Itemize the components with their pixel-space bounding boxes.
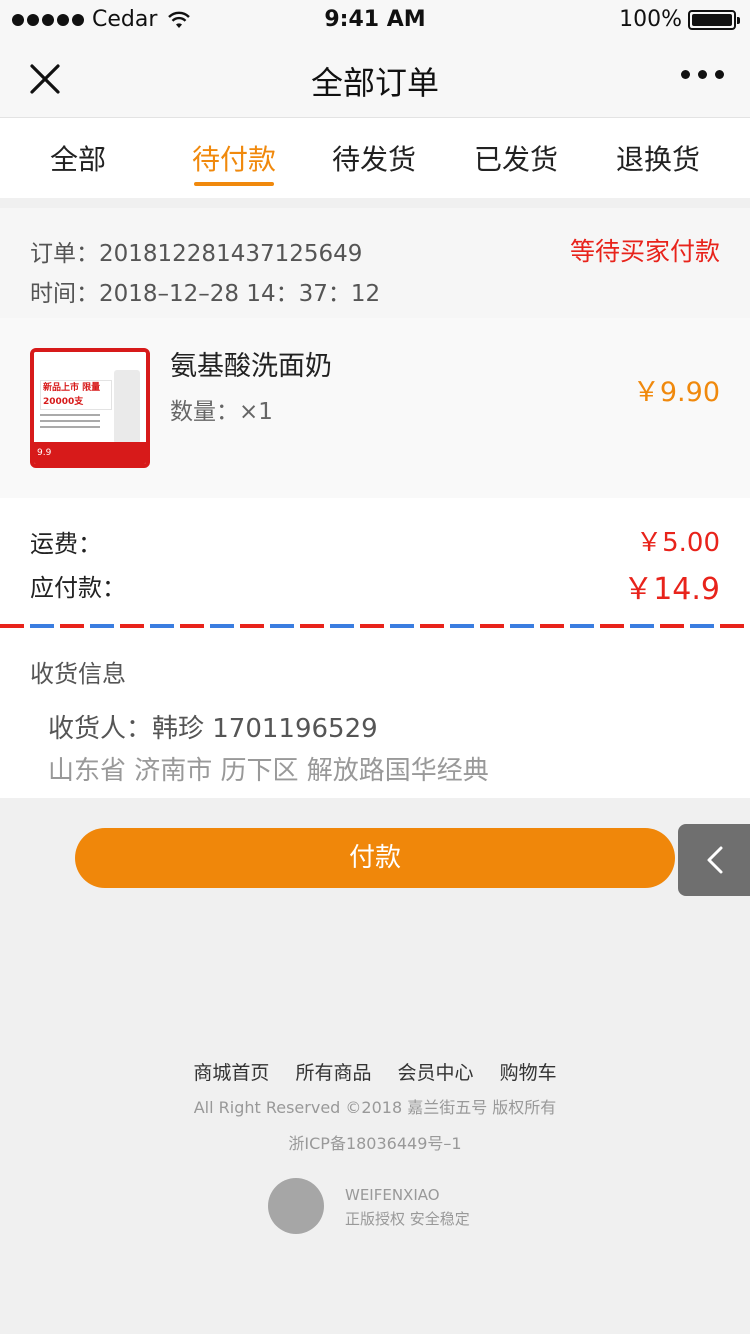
footer-copyright: All Right Reserved ©2018 嘉兰街五号 版权所有	[193, 1098, 557, 1117]
chevron-left-icon	[707, 846, 723, 874]
product-row[interactable]: 新品上市 限量20000支 9.9 氨基酸洗面奶 数量：×1 ￥9.90	[0, 318, 750, 498]
battery-percent: 100%	[619, 7, 682, 32]
brand-logo-icon	[268, 1178, 324, 1234]
side-collapse-button[interactable]	[678, 824, 750, 896]
footer-icp[interactable]: 浙ICP备18036449号–1	[0, 1130, 750, 1154]
shipping-info: 收货信息 收货人：韩珍 1701196529 山东省 济南市 历下区 解放路国华…	[0, 628, 750, 798]
status-right: 100%	[619, 7, 740, 32]
tab-returns[interactable]: 退换货	[588, 138, 728, 178]
fee-summary: 运费： ￥5.00 应付款： ￥14.9	[0, 498, 750, 624]
shipping-fee-label: 运费：	[30, 530, 102, 558]
shipping-address: 山东省 济南市 历下区 解放路国华经典	[48, 756, 489, 786]
product-tube-graphic	[114, 370, 140, 448]
order-tabs: 全部 待付款 待发货 已发货 退换货	[0, 118, 750, 198]
order-number: 订单：201812281437125649	[30, 241, 363, 267]
payable-value: ￥14.9	[623, 572, 720, 607]
tab-pending-payment[interactable]: 待付款	[164, 138, 304, 178]
footer-links: 商城首页 所有商品 会员中心 购物车	[0, 1058, 750, 1085]
footer-link-home[interactable]: 商城首页	[193, 1062, 269, 1084]
footer-link-products[interactable]: 所有商品	[295, 1062, 371, 1084]
payable-label: 应付款：	[30, 574, 126, 602]
footer-brand: WEIFENXIAO	[345, 1186, 440, 1204]
nav-bar: 全部订单	[0, 40, 750, 118]
tab-all[interactable]: 全部	[8, 138, 148, 178]
shipping-receiver: 收货人：韩珍 1701196529	[48, 714, 378, 744]
more-icon[interactable]	[681, 70, 724, 79]
order-status: 等待买家付款	[569, 237, 720, 266]
footer-link-cart[interactable]: 购物车	[500, 1062, 557, 1084]
product-name: 氨基酸洗面奶	[170, 351, 332, 382]
footer-slogan: 正版授权 安全稳定	[345, 1210, 470, 1228]
shipping-title: 收货信息	[30, 660, 126, 688]
product-image-price: 9.9	[34, 442, 146, 464]
product-price: ￥9.90	[632, 377, 720, 408]
product-quantity: 数量：×1	[170, 399, 273, 425]
page-title: 全部订单	[310, 64, 439, 102]
order-header: 订单：201812281437125649 时间：2018–12–28 14：3…	[0, 208, 750, 318]
tab-shipped[interactable]: 已发货	[446, 138, 586, 178]
footer-link-member[interactable]: 会员中心	[398, 1062, 474, 1084]
status-bar: Cedar 9:41 AM 100%	[0, 0, 750, 40]
active-tab-indicator	[194, 182, 274, 186]
battery-icon	[688, 9, 740, 30]
order-time: 时间：2018–12–28 14：37：12	[30, 281, 381, 307]
tab-pending-shipment[interactable]: 待发货	[304, 138, 444, 178]
shipping-fee-value: ￥5.00	[636, 528, 720, 558]
product-image-badge: 新品上市 限量20000支	[40, 380, 112, 410]
pay-button[interactable]: 付款	[75, 828, 675, 888]
product-image[interactable]: 新品上市 限量20000支 9.9	[30, 348, 150, 468]
